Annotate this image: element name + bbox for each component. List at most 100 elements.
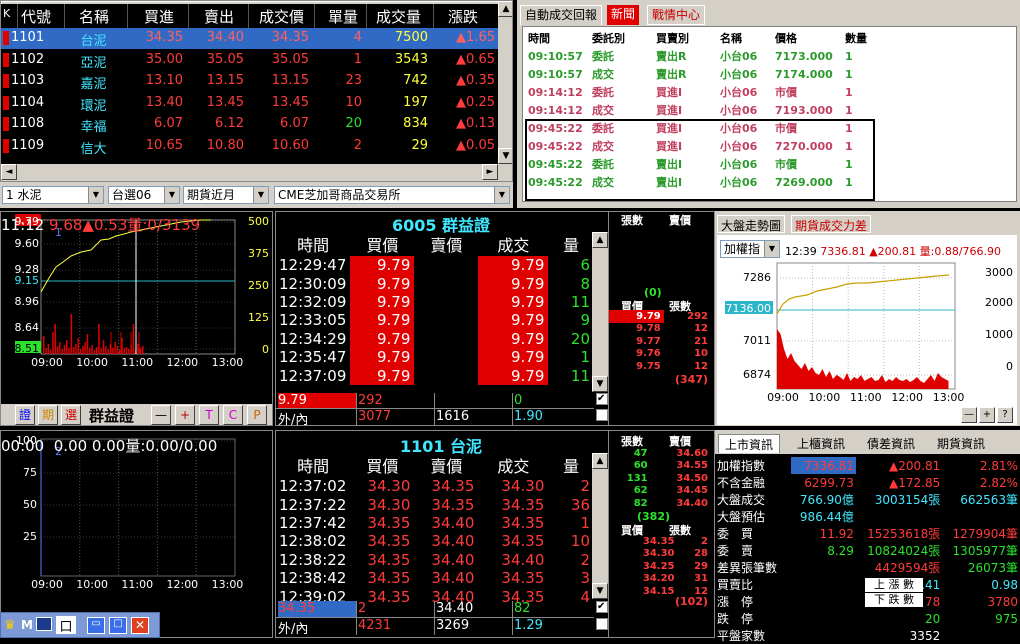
market-row[interactable]: 不含金融 6299.73 ▲172.85 2.82% [715, 474, 1020, 491]
crown-icon[interactable]: ♛ [4, 618, 16, 633]
index-settings[interactable]: ? [997, 407, 1013, 423]
tick-row[interactable]: 12:37:09 9.79 9.79 11 [276, 366, 594, 385]
header-k[interactable]: K [3, 7, 10, 20]
p-button[interactable]: P [247, 405, 267, 425]
quote-scrollbar[interactable]: ▲ ▼ [498, 1, 512, 164]
futures-select[interactable]: 期貨近月 ▼ [183, 186, 269, 204]
market-row[interactable]: 委 買 11.92 15253618張 1279904筆 [715, 525, 1020, 542]
index-zoom-out[interactable]: — [961, 407, 977, 423]
depth-row[interactable]: 34.35 2 [609, 535, 711, 548]
option-select[interactable]: 台選06 ▼ [108, 186, 180, 204]
quote-row[interactable]: 1101 台泥 34.35 34.40 34.35 4 7500 ▲1.65 [1, 28, 498, 49]
tick-row[interactable]: 12:37:02 34.30 34.35 34.30 2 [276, 477, 594, 495]
checkbox-3[interactable]: ✔ [596, 601, 608, 613]
depth-row[interactable]: 82 34.40 [609, 497, 711, 510]
stock-button[interactable]: 證 [15, 405, 35, 425]
group-select[interactable]: 1 水泥 ▼ [2, 186, 104, 204]
index-select[interactable]: 加權指 ▼ [720, 240, 780, 258]
quote-row[interactable]: 1108 幸福 6.07 6.12 6.07 20 834 ▲0.13 [1, 114, 498, 135]
tick2-scrollbar[interactable]: ▲ ▼ [592, 453, 608, 599]
tab-news[interactable]: 新聞 [607, 5, 640, 25]
tab-order-report[interactable]: 自動成交回報 [520, 5, 603, 25]
order-row[interactable]: 09:10:57 委託 賣出R 小台06 7173.000 1 [525, 47, 915, 65]
header-bid[interactable]: 買進 [144, 6, 174, 27]
depth-row[interactable]: 34.25 29 [609, 560, 711, 573]
checkbox-4[interactable] [596, 618, 608, 630]
tick-row[interactable]: 12:38:42 34.35 34.40 34.35 3 [276, 569, 594, 587]
ime-icon[interactable]: 口 [56, 616, 76, 635]
depth-row[interactable]: 9.76 10 [609, 348, 711, 361]
tick-row[interactable]: 12:37:42 34.35 34.40 34.35 1 [276, 514, 594, 532]
tick-row[interactable]: 12:32:09 9.79 9.79 11 [276, 292, 594, 312]
zoom-in-button[interactable]: + [175, 405, 195, 425]
depth-row[interactable]: 9.79 292 [609, 310, 711, 323]
checkbox-2[interactable] [596, 409, 608, 421]
market-row[interactable]: 大盤預估 986.44億 [715, 508, 1020, 525]
tick-row[interactable]: 12:34:29 9.79 9.79 20 [276, 329, 594, 348]
hscrollbar[interactable]: ◄ ► [1, 164, 512, 181]
tab-futures-spread[interactable]: 期貨成交力差 [791, 215, 872, 233]
quote-row[interactable]: 1102 亞泥 35.00 35.05 35.05 1 3543 ▲0.65 [1, 50, 498, 71]
order-row[interactable]: 09:10:57 成交 賣出R 小台06 7174.000 1 [525, 65, 915, 83]
depth-row[interactable]: 9.78 12 [609, 323, 711, 336]
close-icon[interactable]: ✕ [131, 617, 149, 634]
market-row[interactable]: 加權指數 7336.81 ▲200.81 2.81% [715, 457, 1020, 474]
depth-row[interactable]: 60 34.55 [609, 460, 711, 473]
futures-button[interactable]: 期 [38, 405, 58, 425]
header-name[interactable]: 名稱 [79, 6, 109, 27]
tick-cell: 12:30:09 [279, 274, 347, 293]
quote-row[interactable]: 1104 環泥 13.40 13.45 13.45 10 197 ▲0.25 [1, 93, 498, 114]
tick1-scrollbar[interactable]: ▲ ▼ [592, 232, 608, 392]
header-total[interactable]: 成交量 [376, 6, 421, 27]
tick-cell: 12:37:09 [279, 366, 347, 385]
tab-bond[interactable]: 債差資訊 [861, 434, 921, 453]
header-vol[interactable]: 單量 [328, 6, 358, 27]
quote-row[interactable]: 1109 信大 10.65 10.80 10.60 2 29 ▲0.05 [1, 136, 498, 157]
zoom-out-button[interactable]: — [151, 405, 171, 425]
m-label: M [21, 618, 33, 632]
tab-listed[interactable]: 上市資訊 [718, 434, 781, 453]
c-button[interactable]: C [223, 405, 243, 425]
volume-bar [125, 347, 128, 354]
depth-row[interactable]: 34.30 28 [609, 548, 711, 561]
depth-row[interactable]: 62 34.45 [609, 485, 711, 498]
header-change[interactable]: 漲跌 [448, 6, 478, 27]
tick-row[interactable]: 12:30:09 9.79 9.79 8 [276, 274, 594, 293]
tick-row[interactable]: 12:33:05 9.79 9.79 9 [276, 311, 594, 330]
t-button[interactable]: T [199, 405, 219, 425]
depth-row[interactable]: 9.77 21 [609, 335, 711, 348]
exchange-select[interactable]: CME芝加哥商品交易所 ▼ [274, 186, 510, 204]
depth-row[interactable]: 34.20 31 [609, 573, 711, 586]
tick-row[interactable]: 12:38:02 34.35 34.40 34.35 10 [276, 532, 594, 550]
order-row[interactable]: 09:14:12 成交 買進I 小台06 7193.000 1 [525, 101, 915, 119]
depth-row[interactable]: 47 34.60 [609, 447, 711, 460]
index-zoom-in[interactable]: + [979, 407, 995, 423]
tick-row[interactable]: 12:29:47 9.79 9.79 6 [276, 256, 594, 275]
restore-icon[interactable]: ▭ [87, 617, 105, 634]
depth-row[interactable]: 9.75 12 [609, 360, 711, 373]
tab-futures-info[interactable]: 期貨資訊 [931, 434, 991, 453]
tick-label: 500 [248, 215, 269, 228]
quote-cell-ask: 10.80 [206, 137, 244, 153]
tick-row[interactable]: 12:37:22 34.30 34.35 34.35 36 [276, 495, 594, 514]
checkbox-1[interactable]: ✔ [596, 393, 608, 405]
header-last[interactable]: 成交價 [259, 6, 304, 27]
market-row[interactable]: 平盤家數 3352 [715, 627, 1020, 644]
market-row[interactable]: 委 賣 8.29 10824024張 1305977筆 [715, 542, 1020, 559]
tick-row[interactable]: 12:38:22 34.35 34.40 34.40 2 [276, 551, 594, 569]
market-row[interactable]: 差異張筆數 4429594張 26073筆 [715, 559, 1020, 576]
tab-market-trend[interactable]: 大盤走勢圖 [717, 215, 786, 233]
header-ask[interactable]: 賣出 [204, 6, 234, 27]
maximize-icon[interactable]: □ [109, 617, 127, 634]
tab-otc[interactable]: 上櫃資訊 [791, 434, 851, 453]
quote-row[interactable]: 1103 嘉泥 13.10 13.15 13.15 23 742 ▲0.35 [1, 71, 498, 92]
market-row[interactable]: 跌 停 20 975 [715, 610, 1020, 627]
tab-war-room[interactable]: 戰情中心 [647, 5, 706, 25]
flag-icon[interactable] [36, 617, 52, 631]
order-row[interactable]: 09:14:12 委託 買進I 小台06 市價 1 [525, 83, 915, 101]
tick-row[interactable]: 12:35:47 9.79 9.79 1 [276, 347, 594, 367]
options-button[interactable]: 選 [61, 405, 81, 425]
market-row[interactable]: 大盤成交 766.90億 3003154張 662563筆 [715, 491, 1020, 508]
depth-row[interactable]: 131 34.50 [609, 472, 711, 485]
header-code[interactable]: 代號 [21, 6, 51, 27]
